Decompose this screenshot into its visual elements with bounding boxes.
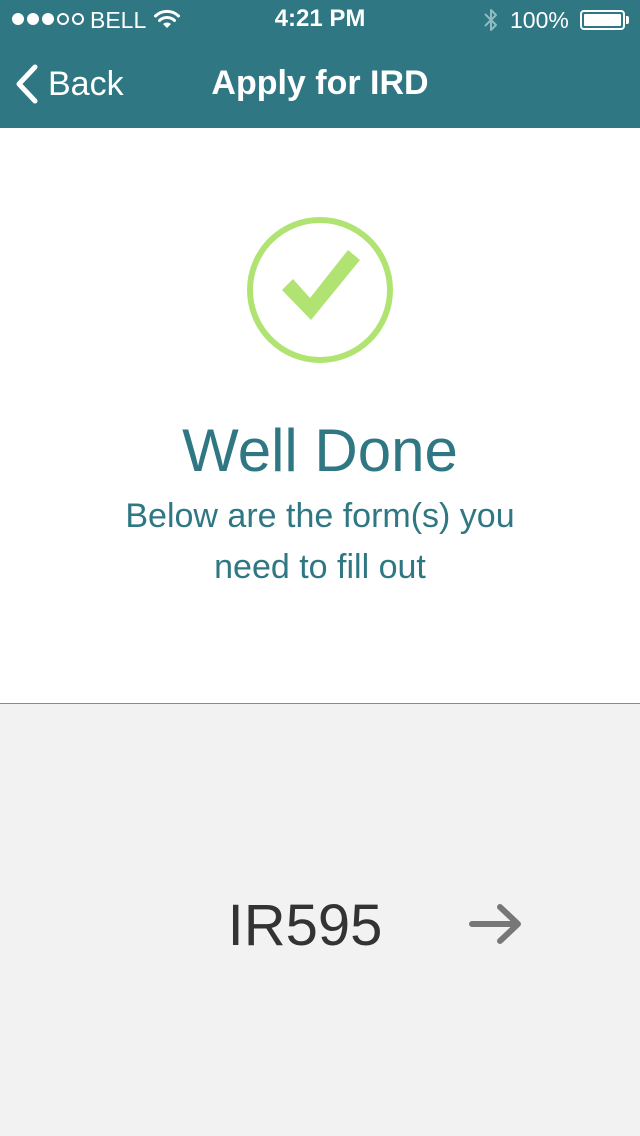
status-bar: BELL 4:21 PM 100%	[0, 0, 640, 40]
top-bar: BELL 4:21 PM 100% Back Apply for IRD	[0, 0, 640, 128]
forms-list: IR595	[0, 704, 640, 1136]
success-section: Well Done Below are the form(s) you need…	[0, 128, 640, 703]
bluetooth-icon	[484, 9, 497, 31]
battery-tip	[626, 16, 629, 24]
success-heading: Well Done	[182, 417, 458, 484]
battery-percentage: 100%	[510, 7, 569, 33]
battery-body	[580, 10, 625, 30]
app-screen: BELL 4:21 PM 100% Back Apply for IRD Wel…	[0, 0, 640, 1136]
form-list-item[interactable]: IR595	[0, 854, 640, 994]
battery-fill	[584, 14, 621, 26]
battery-icon	[580, 10, 630, 30]
page-title: Apply for IRD	[211, 64, 429, 102]
navigation-bar: Back Apply for IRD	[0, 40, 640, 128]
check-circle-icon	[247, 217, 393, 363]
success-subtext: Below are the form(s) you need to fill o…	[125, 497, 515, 586]
arrow-right-icon	[469, 904, 521, 944]
